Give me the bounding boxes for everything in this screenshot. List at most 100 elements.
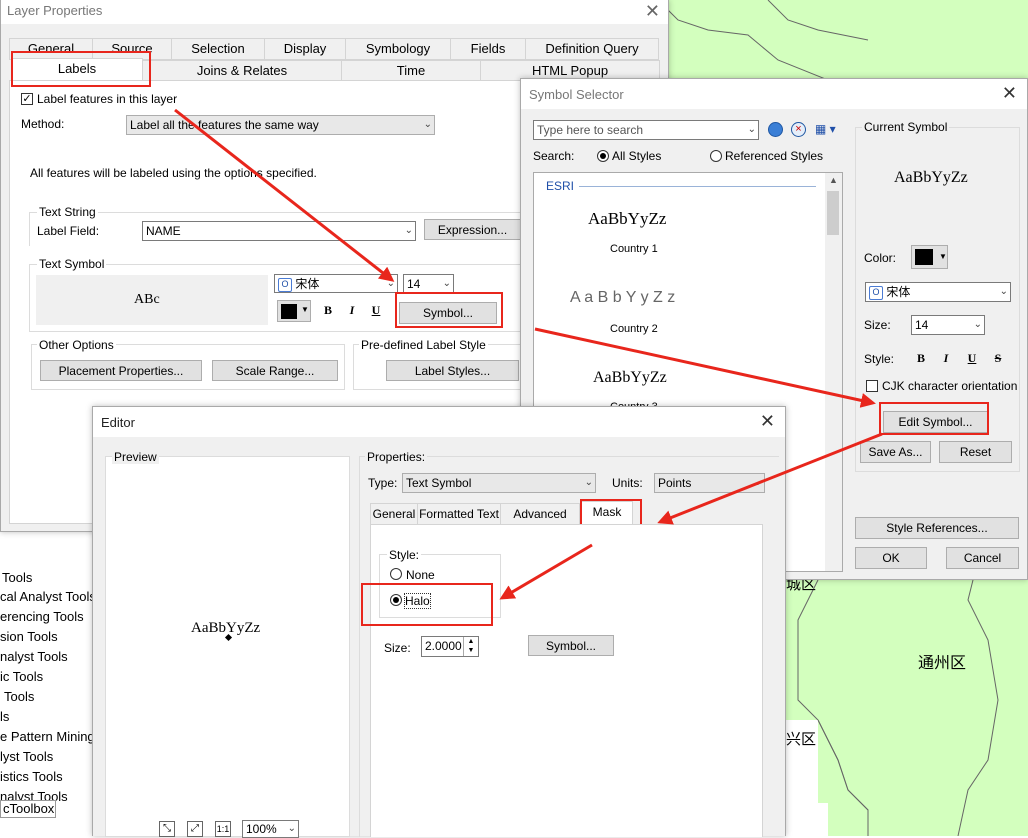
scale-range-button[interactable]: Scale Range... [212, 360, 338, 381]
symbol-name: Country 2 [610, 323, 658, 335]
tab-time[interactable]: Time [341, 60, 481, 82]
symbol-sample[interactable]: AaBbYyZz [593, 369, 667, 387]
italic-button[interactable]: I [342, 301, 362, 321]
scroll-thumb[interactable] [827, 191, 839, 235]
chevron-down-icon: ⌄ [287, 823, 296, 834]
size-select[interactable]: 14 ⌄ [403, 274, 454, 293]
clear-search-icon[interactable]: × [791, 122, 806, 137]
size-select[interactable]: 14 ⌄ [911, 315, 985, 335]
tab-display[interactable]: Display [264, 38, 346, 60]
label-field-label: Label Field: [37, 224, 100, 238]
zoom-fit-icon[interactable]: ⤡ [159, 821, 175, 837]
zoom-value: 100% [246, 822, 277, 836]
size-stepper[interactable]: ▲ ▼ [463, 637, 478, 656]
scrollbar[interactable]: ▲ [825, 173, 842, 571]
units-label: Units: [612, 476, 643, 490]
label-features-label: Label features in this layer [37, 92, 178, 106]
preview-group [105, 456, 350, 837]
window-title: Layer Properties [7, 3, 103, 18]
referenced-styles-radio[interactable] [710, 150, 722, 162]
color-picker[interactable]: ▼ [277, 300, 311, 322]
zoom-extent-icon[interactable]: ⤢ [187, 821, 203, 837]
placement-properties-button[interactable]: Placement Properties... [40, 360, 202, 381]
toolbox-item[interactable]: sion Tools [0, 629, 58, 644]
label-field-select[interactable]: NAME ⌄ [142, 221, 416, 241]
predefined-style-title: Pre-defined Label Style [359, 338, 488, 352]
expression-button[interactable]: Expression... [424, 219, 521, 240]
toolbox-tab[interactable]: cToolbox [0, 800, 56, 818]
chevron-down-icon: ⌄ [973, 319, 982, 330]
tab-selection[interactable]: Selection [171, 38, 265, 60]
color-picker[interactable]: ▼ [911, 245, 948, 269]
symbol-sample[interactable]: A a B b Y y Z z [570, 289, 675, 307]
toolbox-item[interactable]: lyst Tools [0, 749, 53, 764]
view-options-icon[interactable]: ▦ ▾ [815, 122, 845, 138]
method-value: Label all the features the same way [130, 118, 319, 132]
font-select[interactable]: O 宋体 ⌄ [274, 274, 398, 293]
cjk-checkbox[interactable] [866, 380, 878, 392]
tab-formatted-text[interactable]: Formatted Text [417, 503, 501, 525]
close-icon[interactable]: ✕ [760, 412, 775, 430]
all-styles-radio[interactable] [597, 150, 609, 162]
search-input[interactable]: Type here to search ⌄ [533, 120, 759, 140]
font-value: 宋体 [886, 285, 911, 299]
underline-button[interactable]: U [366, 301, 386, 321]
size-label: Size: [864, 318, 891, 332]
bold-button[interactable]: B [318, 301, 338, 321]
type-value: Text Symbol [406, 476, 472, 490]
close-icon[interactable]: ✕ [645, 2, 660, 20]
strikethrough-button[interactable]: S [987, 348, 1009, 368]
font-select[interactable]: O 宋体 ⌄ [865, 282, 1011, 302]
cancel-button[interactable]: Cancel [946, 547, 1019, 569]
toolbox-item[interactable]: nalyst Tools [0, 649, 68, 664]
size-value: 14 [407, 277, 421, 291]
close-icon[interactable]: ✕ [1002, 84, 1017, 102]
toolbox-item[interactable]: erencing Tools [0, 609, 84, 624]
size-value: 14 [915, 318, 929, 332]
scroll-up-icon[interactable]: ▲ [829, 175, 838, 185]
zoom-select[interactable]: 100% ⌄ [242, 820, 299, 838]
editor-titlebar: Editor ✕ [93, 407, 785, 437]
tab-general[interactable]: General [370, 503, 418, 525]
highlight-box [361, 583, 493, 626]
toolbox-item[interactable]: cal Analyst Tools [0, 589, 96, 604]
underline-button[interactable]: U [961, 348, 983, 368]
none-label: None [406, 568, 435, 582]
type-select[interactable]: Text Symbol ⌄ [402, 473, 596, 493]
category-divider [579, 186, 816, 187]
window-title: Editor [101, 415, 135, 430]
toolbox-item[interactable]: ls [0, 709, 9, 724]
chevron-down-icon: ⌄ [999, 286, 1008, 297]
toolbox-item[interactable]: Tools [4, 689, 34, 704]
mask-symbol-button[interactable]: Symbol... [528, 635, 614, 656]
search-icon[interactable] [768, 122, 783, 137]
method-label: Method: [21, 117, 65, 131]
method-select[interactable]: Label all the features the same way ⌄ [126, 115, 435, 135]
preview-title: Preview [112, 450, 159, 464]
text-symbol-title: Text Symbol [37, 257, 107, 271]
style-references-button[interactable]: Style References... [855, 517, 1019, 539]
save-as-button[interactable]: Save As... [860, 441, 931, 463]
toolbox-item[interactable]: ic Tools [0, 669, 43, 684]
italic-button[interactable]: I [935, 348, 957, 368]
tab-fields[interactable]: Fields [450, 38, 526, 60]
tab-definition-query[interactable]: Definition Query [525, 38, 659, 60]
bold-button[interactable]: B [910, 348, 932, 368]
properties-title: Properties: [365, 450, 428, 464]
font-value: 宋体 [295, 277, 320, 291]
toolbox-item[interactable]: istics Tools [0, 769, 63, 784]
none-radio[interactable] [390, 568, 402, 580]
toolbox-item[interactable]: Tools [2, 570, 32, 585]
label-features-checkbox[interactable]: ✓ [21, 93, 33, 105]
symbol-sample[interactable]: AaBbYyZz [588, 209, 666, 229]
tab-joins-relates[interactable]: Joins & Relates [142, 60, 342, 82]
units-select[interactable]: Points ⌄ [654, 473, 765, 493]
reset-button[interactable]: Reset [939, 441, 1012, 463]
font-type-icon: O [278, 277, 292, 292]
ok-button[interactable]: OK [855, 547, 927, 569]
label-styles-button[interactable]: Label Styles... [386, 360, 519, 381]
toolbox-item[interactable]: e Pattern Mining [0, 729, 95, 744]
tab-symbology[interactable]: Symbology [345, 38, 451, 60]
zoom-actual-icon[interactable]: 1:1 [215, 821, 231, 837]
chevron-down-icon: ⌄ [404, 225, 413, 236]
